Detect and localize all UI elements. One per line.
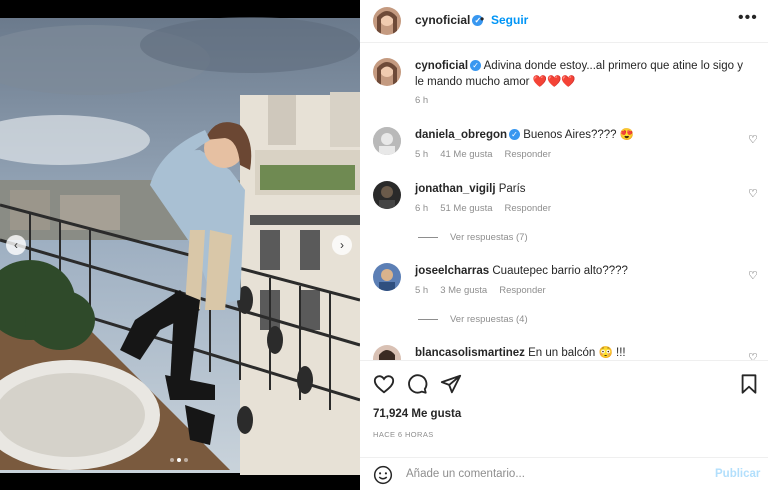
caption-meta: 6 h (415, 95, 428, 106)
comment-likes[interactable]: 3 Me gusta (440, 285, 487, 296)
caption-time: 6 h (415, 95, 429, 106)
heart-icon[interactable] (373, 373, 395, 395)
comment-like-icon[interactable]: ♡ (748, 269, 758, 282)
caption-hearts: ❤️❤️❤️ (532, 76, 576, 88)
post-timestamp: HACE 6 HORAS (373, 430, 434, 439)
comment-text: jonathan_vigilj París (415, 183, 526, 195)
comment-composer: Añade un comentario... Publicar (360, 457, 768, 490)
post-photo: ‹ › (0, 0, 360, 490)
comment-time: 5 h (415, 285, 429, 296)
carousel-next-button[interactable]: › (332, 235, 352, 255)
comment-emoji: 😳 !!! (598, 347, 626, 359)
replies-divider (418, 237, 438, 238)
reply-button[interactable]: Responder (499, 285, 545, 296)
separator-dot: • (480, 12, 485, 26)
caption-text: cynoficial ✓ Adivina donde estoy...al pri… (415, 58, 745, 90)
comment-time: 6 h (415, 203, 429, 214)
comment-text: daniela_obregon ✓ Buenos Aires???? 😍 (415, 129, 635, 141)
author-avatar[interactable] (373, 58, 401, 86)
comment-meta: 5 h 41 Me gusta Responder (415, 149, 551, 160)
replies-divider (418, 319, 438, 320)
comments-list[interactable]: cynoficial ✓ Adivina donde estoy...al pri… (360, 44, 768, 360)
author-username[interactable]: cynoficial ✓ (415, 13, 484, 27)
caption-username[interactable]: cynoficial (415, 60, 468, 72)
carousel-dot-active (177, 458, 181, 462)
carousel-dot (170, 458, 174, 462)
photo-illustration (0, 0, 360, 490)
bookmark-icon[interactable] (738, 373, 760, 395)
follow-button[interactable]: Seguir (491, 13, 528, 27)
comment-likes[interactable]: 51 Me gusta (440, 203, 492, 214)
verified-badge-icon: ✓ (509, 129, 521, 141)
post-detail-panel: cynoficial ✓ • Seguir ••• cynoficial ✓ Adi… (360, 0, 768, 490)
comment-time: 5 h (415, 149, 429, 160)
comment-likes[interactable]: 41 Me gusta (440, 149, 492, 160)
comment-icon[interactable] (406, 373, 428, 395)
commenter-avatar[interactable] (373, 181, 401, 209)
carousel-dot (184, 458, 188, 462)
comment-input[interactable]: Añade un comentario... (406, 468, 525, 480)
reply-button[interactable]: Responder (505, 203, 551, 214)
commenter-avatar[interactable] (373, 345, 401, 360)
comment-like-icon[interactable]: ♡ (748, 351, 758, 360)
commenter-username[interactable]: blancasolismartinez (415, 347, 525, 359)
view-replies-button[interactable]: Ver respuestas (7) (418, 232, 528, 243)
carousel-prev-button[interactable]: ‹ (6, 235, 26, 255)
comment-text: blancasolismartinez En un balcón 😳 !!! (415, 347, 626, 359)
likes-count[interactable]: 71,924 Me gusta (373, 408, 461, 420)
reply-button[interactable]: Responder (505, 149, 551, 160)
carousel-indicator (170, 458, 188, 462)
commenter-username[interactable]: joseelcharras (415, 265, 489, 277)
commenter-avatar[interactable] (373, 263, 401, 291)
publish-button[interactable]: Publicar (715, 468, 760, 480)
share-icon[interactable] (440, 373, 462, 395)
comment-meta: 5 h 3 Me gusta Responder (415, 285, 546, 296)
verified-badge-icon: ✓ (470, 60, 482, 72)
more-options-icon[interactable]: ••• (738, 9, 758, 27)
comment-meta: 6 h 51 Me gusta Responder (415, 203, 551, 214)
comment-like-icon[interactable]: ♡ (748, 133, 758, 146)
view-replies-button[interactable]: Ver respuestas (4) (418, 314, 528, 325)
comment-like-icon[interactable]: ♡ (748, 187, 758, 200)
emoji-icon[interactable] (373, 465, 393, 485)
post-actions: 71,924 Me gusta HACE 6 HORAS Añade un co… (360, 360, 768, 490)
author-avatar[interactable] (373, 7, 401, 35)
commenter-avatar[interactable] (373, 127, 401, 155)
comment-text: joseelcharras Cuautepec barrio alto???? (415, 265, 628, 277)
commenter-username[interactable]: jonathan_vigilj (415, 183, 496, 195)
post-header: cynoficial ✓ • Seguir ••• (360, 0, 768, 43)
comment-emoji: 😍 (619, 129, 635, 141)
commenter-username[interactable]: daniela_obregon (415, 129, 507, 141)
